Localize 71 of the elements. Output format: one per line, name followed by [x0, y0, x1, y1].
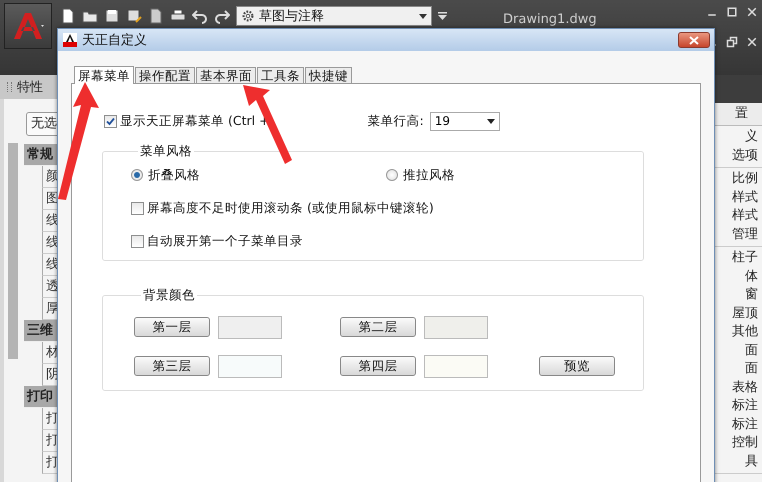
- scrollbar[interactable]: [8, 143, 18, 359]
- menu-item[interactable]: 标注: [712, 397, 762, 416]
- preview-button[interactable]: 预览: [539, 356, 615, 376]
- color-swatch[interactable]: [218, 354, 282, 378]
- undo-icon[interactable]: [192, 8, 208, 24]
- save-as-icon[interactable]: [126, 8, 142, 24]
- close-icon[interactable]: [746, 36, 758, 48]
- new-file-icon[interactable]: [60, 8, 76, 24]
- menu-item[interactable]: 管理: [712, 226, 762, 244]
- app-icon: [63, 33, 77, 47]
- checkbox-label: 自动展开第一个子菜单目录: [147, 233, 303, 250]
- grip-icon[interactable]: [7, 82, 12, 92]
- panel-header: 置: [712, 103, 762, 126]
- close-button[interactable]: [678, 32, 710, 48]
- gear-icon: [241, 9, 255, 23]
- radio-button[interactable]: [131, 169, 143, 181]
- close-icon[interactable]: [746, 6, 758, 18]
- menu-item[interactable]: 表格: [712, 378, 762, 397]
- dialog-title: 天正自定义: [82, 32, 148, 49]
- tab[interactable]: 操作配置: [135, 67, 195, 83]
- workspace-dropdown[interactable]: 草图与注释: [236, 6, 432, 26]
- color-swatch[interactable]: [218, 316, 282, 338]
- checkbox[interactable]: [131, 202, 144, 215]
- logo: [11, 11, 45, 41]
- menu-item[interactable]: 选项: [712, 146, 762, 165]
- restore-icon[interactable]: [726, 36, 738, 48]
- panel-title: 特性: [17, 79, 43, 96]
- tab[interactable]: 基本界面: [196, 67, 256, 83]
- menu-item[interactable]: 屋顶: [712, 304, 762, 323]
- checkbox[interactable]: [131, 235, 144, 248]
- close-icon: [689, 36, 699, 44]
- radio-label: 推拉风格: [403, 166, 455, 184]
- row-height-select[interactable]: 19: [430, 112, 500, 130]
- tab[interactable]: 屏幕菜单: [74, 66, 134, 84]
- checkbox-label: 屏幕高度不足时使用滚动条 (或使用鼠标中键滚轮): [147, 200, 434, 217]
- group-title: 菜单风格: [139, 143, 193, 160]
- caret-icon: [486, 118, 495, 124]
- document-title: Drawing1.dwg: [503, 12, 597, 26]
- layer-button[interactable]: 第三层: [134, 356, 210, 376]
- color-swatch[interactable]: [424, 316, 488, 338]
- document-icon[interactable]: [148, 8, 164, 24]
- maximize-icon[interactable]: [726, 6, 738, 18]
- menu-item[interactable]: 面: [712, 360, 762, 378]
- caret-icon: [419, 14, 427, 18]
- radio-label: 折叠风格: [148, 166, 200, 184]
- save-icon[interactable]: [104, 8, 120, 24]
- menu-item[interactable]: 其他: [712, 323, 762, 342]
- redo-icon[interactable]: [214, 8, 230, 24]
- menu-item[interactable]: 控制: [712, 434, 762, 452]
- menu-item[interactable]: 标注: [712, 416, 762, 434]
- menu-item[interactable]: 具: [712, 452, 762, 471]
- layer-button[interactable]: 第四层: [340, 356, 416, 376]
- menu-item[interactable]: 体: [712, 268, 762, 286]
- menu-item[interactable]: 样式: [712, 207, 762, 226]
- radio-button[interactable]: [386, 169, 398, 181]
- menu-item[interactable]: 义: [712, 128, 762, 146]
- tab[interactable]: 工具条: [257, 67, 304, 83]
- field-label: 菜单行高:: [368, 112, 424, 130]
- menu-item[interactable]: 柱子: [712, 249, 762, 268]
- menu-item[interactable]: 面: [712, 342, 762, 360]
- color-swatch[interactable]: [424, 354, 488, 378]
- caret-icon[interactable]: [438, 12, 447, 20]
- menu-item[interactable]: 样式: [712, 188, 762, 207]
- app-menu-button[interactable]: [4, 3, 52, 49]
- menu-item[interactable]: 比例: [712, 170, 762, 188]
- menu-item[interactable]: 窗: [712, 286, 762, 304]
- layer-button[interactable]: 第一层: [134, 317, 210, 337]
- checkbox[interactable]: [104, 114, 117, 128]
- layer-button[interactable]: 第二层: [340, 317, 416, 337]
- tab[interactable]: 快捷键: [305, 67, 352, 83]
- group-title: 背景颜色: [142, 287, 196, 304]
